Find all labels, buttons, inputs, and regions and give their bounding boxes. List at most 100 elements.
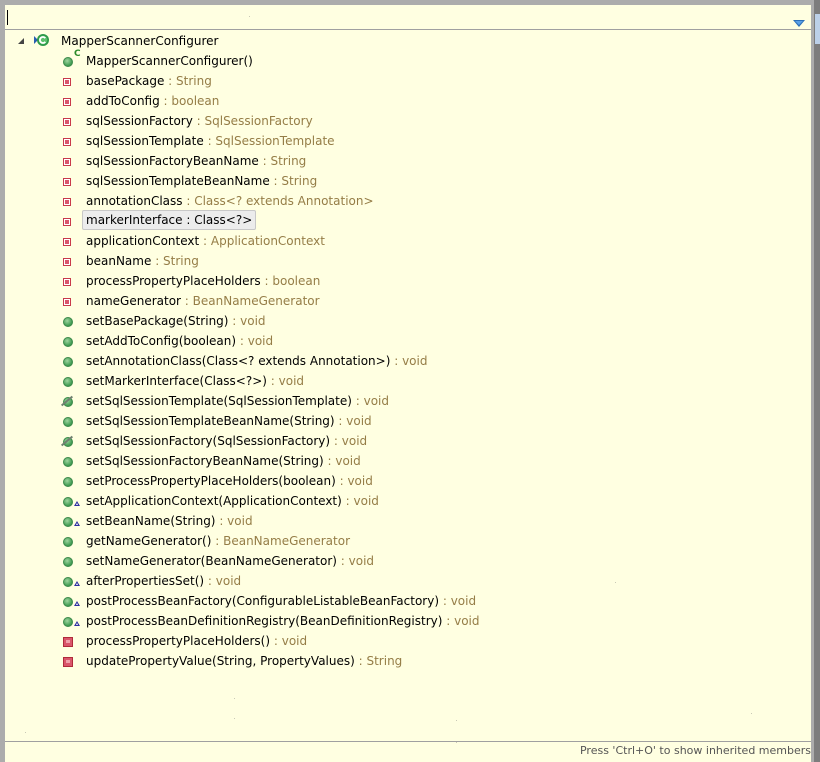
member-name: basePackage <box>86 74 165 88</box>
outline-method-item[interactable]: setSqlSessionTemplateBeanName(String) : … <box>5 411 811 431</box>
type-name: void <box>348 554 375 568</box>
outline-field-item[interactable]: basePackage : String <box>5 71 811 91</box>
outline-method-item[interactable]: setAnnotationClass(Class<? extends Annot… <box>5 351 811 371</box>
type-name: void <box>402 354 428 368</box>
outline-method-item[interactable]: getNameGenerator() : BeanNameGenerator <box>5 531 811 551</box>
outline-field-item[interactable]: nameGenerator : BeanNameGenerator <box>5 291 811 311</box>
type-name: void <box>346 414 372 428</box>
background-speck <box>234 718 235 719</box>
type-name: String <box>176 74 212 88</box>
outline-field-item[interactable]: applicationContext : ApplicationContext <box>5 231 811 251</box>
outline-field-item[interactable]: markerInterface : Class<?> <box>5 210 811 231</box>
expanded-twisty-icon[interactable] <box>18 38 24 44</box>
member-type: : void <box>236 334 273 348</box>
member-label: setAddToConfig(boolean) : void <box>86 331 273 351</box>
implements-triangle-icon <box>74 581 80 586</box>
type-name: void <box>353 494 379 508</box>
outline-method-item[interactable]: setSqlSessionTemplate(SqlSessionTemplate… <box>5 391 811 411</box>
type-separator: : <box>341 494 354 508</box>
type-separator: : <box>258 154 271 168</box>
outline-method-item[interactable]: postProcessBeanFactory(ConfigurableLista… <box>5 591 811 611</box>
private-field-square-icon <box>63 198 71 206</box>
type-name: String <box>270 154 307 168</box>
private-field-square-icon <box>63 278 71 286</box>
member-type: : void <box>439 594 476 608</box>
member-name: beanName <box>86 254 152 268</box>
view-menu-triangle-icon[interactable] <box>793 13 805 27</box>
type-name: ApplicationContext <box>210 234 325 248</box>
member-type: : BeanNameGenerator <box>181 294 320 308</box>
type-separator: : <box>351 394 364 408</box>
outline-constructor-item[interactable]: C MapperScannerConfigurer() <box>5 49 811 71</box>
outline-tree[interactable]: MapperScannerConfigurer C MapperScannerCo… <box>5 31 811 741</box>
type-separator: : <box>330 434 342 448</box>
outline-method-item[interactable]: setBasePackage(String) : void <box>5 311 811 331</box>
member-label: postProcessBeanFactory(ConfigurableLista… <box>86 591 476 611</box>
member-name: processPropertyPlaceHolders <box>86 274 261 288</box>
type-name: String <box>281 174 318 188</box>
type-separator: : <box>228 314 241 328</box>
type-separator: : <box>192 114 205 128</box>
outline-field-item[interactable]: sqlSessionFactory : SqlSessionFactory <box>5 111 811 131</box>
member-name: sqlSessionFactory <box>86 114 193 128</box>
member-type: : void <box>204 574 241 588</box>
member-type: : void <box>336 474 373 488</box>
outline-method-item[interactable]: postProcessBeanDefinitionRegistry(BeanDe… <box>5 611 811 631</box>
member-type: : SqlSessionTemplate <box>204 134 335 148</box>
member-name: setAddToConfig(boolean) <box>86 334 237 348</box>
public-dot-icon <box>63 417 73 427</box>
public-dot-icon <box>63 617 73 627</box>
member-name: setSqlSessionTemplate(SqlSessionTemplate… <box>86 394 352 408</box>
outline-method-item[interactable]: setSqlSessionFactoryBeanName(String) : v… <box>5 451 811 471</box>
member-name: MapperScannerConfigurer() <box>86 54 253 68</box>
outline-method-item[interactable]: setSqlSessionFactory(SqlSessionFactory) … <box>5 431 811 451</box>
outline-method-item[interactable]: processPropertyPlaceHolders() : void <box>5 631 811 651</box>
filter-input[interactable] <box>5 5 777 29</box>
public-dot-icon <box>63 497 73 507</box>
member-name: setSqlSessionFactory(SqlSessionFactory) <box>86 434 331 448</box>
outline-field-item[interactable]: sqlSessionTemplate : SqlSessionTemplate <box>5 131 811 151</box>
member-label: sqlSessionFactoryBeanName : String <box>86 151 306 171</box>
public-dot-icon <box>63 477 73 487</box>
outline-method-item[interactable]: setMarkerInterface(Class<?>) : void <box>5 371 811 391</box>
outline-method-item[interactable]: afterPropertiesSet() : void <box>5 571 811 591</box>
member-type: : SqlSessionFactory <box>193 114 313 128</box>
constructor-badge-icon: C <box>74 49 81 59</box>
outline-method-item[interactable]: setApplicationContext(ApplicationContext… <box>5 491 811 511</box>
outline-method-item[interactable]: setProcessPropertyPlaceHolders(boolean) … <box>5 471 811 491</box>
member-type: : BeanNameGenerator <box>211 534 350 548</box>
outline-method-item[interactable]: setAddToConfig(boolean) : void <box>5 331 811 351</box>
member-name: sqlSessionFactoryBeanName <box>86 154 259 168</box>
tree-root-row[interactable]: MapperScannerConfigurer <box>5 31 811 51</box>
type-name: BeanNameGenerator <box>223 534 351 548</box>
member-name: markerInterface <box>86 213 183 227</box>
outline-field-item[interactable]: addToConfig : boolean <box>5 91 811 111</box>
public-dot-icon <box>63 337 73 347</box>
outline-field-item[interactable]: beanName : String <box>5 251 811 271</box>
text-cursor <box>7 10 8 25</box>
outline-field-item[interactable]: sqlSessionTemplateBeanName : String <box>5 171 811 191</box>
background-speck <box>239 521 240 522</box>
member-type: : void <box>335 414 372 428</box>
member-type: : void <box>324 454 361 468</box>
member-name: setSqlSessionFactoryBeanName(String) <box>86 454 324 468</box>
type-separator: : <box>270 634 282 648</box>
member-label: processPropertyPlaceHolders : boolean <box>86 271 320 291</box>
outline-field-item[interactable]: processPropertyPlaceHolders : boolean <box>5 271 811 291</box>
status-hint: Press 'Ctrl+O' to show inherited members <box>579 744 811 757</box>
private-field-square-icon <box>63 118 71 126</box>
outline-field-item[interactable]: sqlSessionFactoryBeanName : String <box>5 151 811 171</box>
outline-method-item[interactable]: setBeanName(String) : void <box>5 511 811 531</box>
outline-method-item[interactable]: updatePropertyValue(String, PropertyValu… <box>5 651 811 671</box>
outline-method-item[interactable]: setNameGenerator(BeanNameGenerator) : vo… <box>5 551 811 571</box>
background-speck <box>25 732 26 733</box>
type-name: void <box>247 334 274 348</box>
member-type: : String <box>270 174 318 188</box>
background-window-edge <box>814 0 820 762</box>
type-name: String <box>163 254 199 268</box>
outline-field-item[interactable]: annotationClass : Class<? extends Annota… <box>5 191 811 211</box>
member-name: setSqlSessionTemplateBeanName(String) <box>86 414 335 428</box>
member-type: : void <box>270 634 307 648</box>
private-field-square-icon <box>63 298 71 306</box>
private-field-square-icon <box>63 218 71 226</box>
